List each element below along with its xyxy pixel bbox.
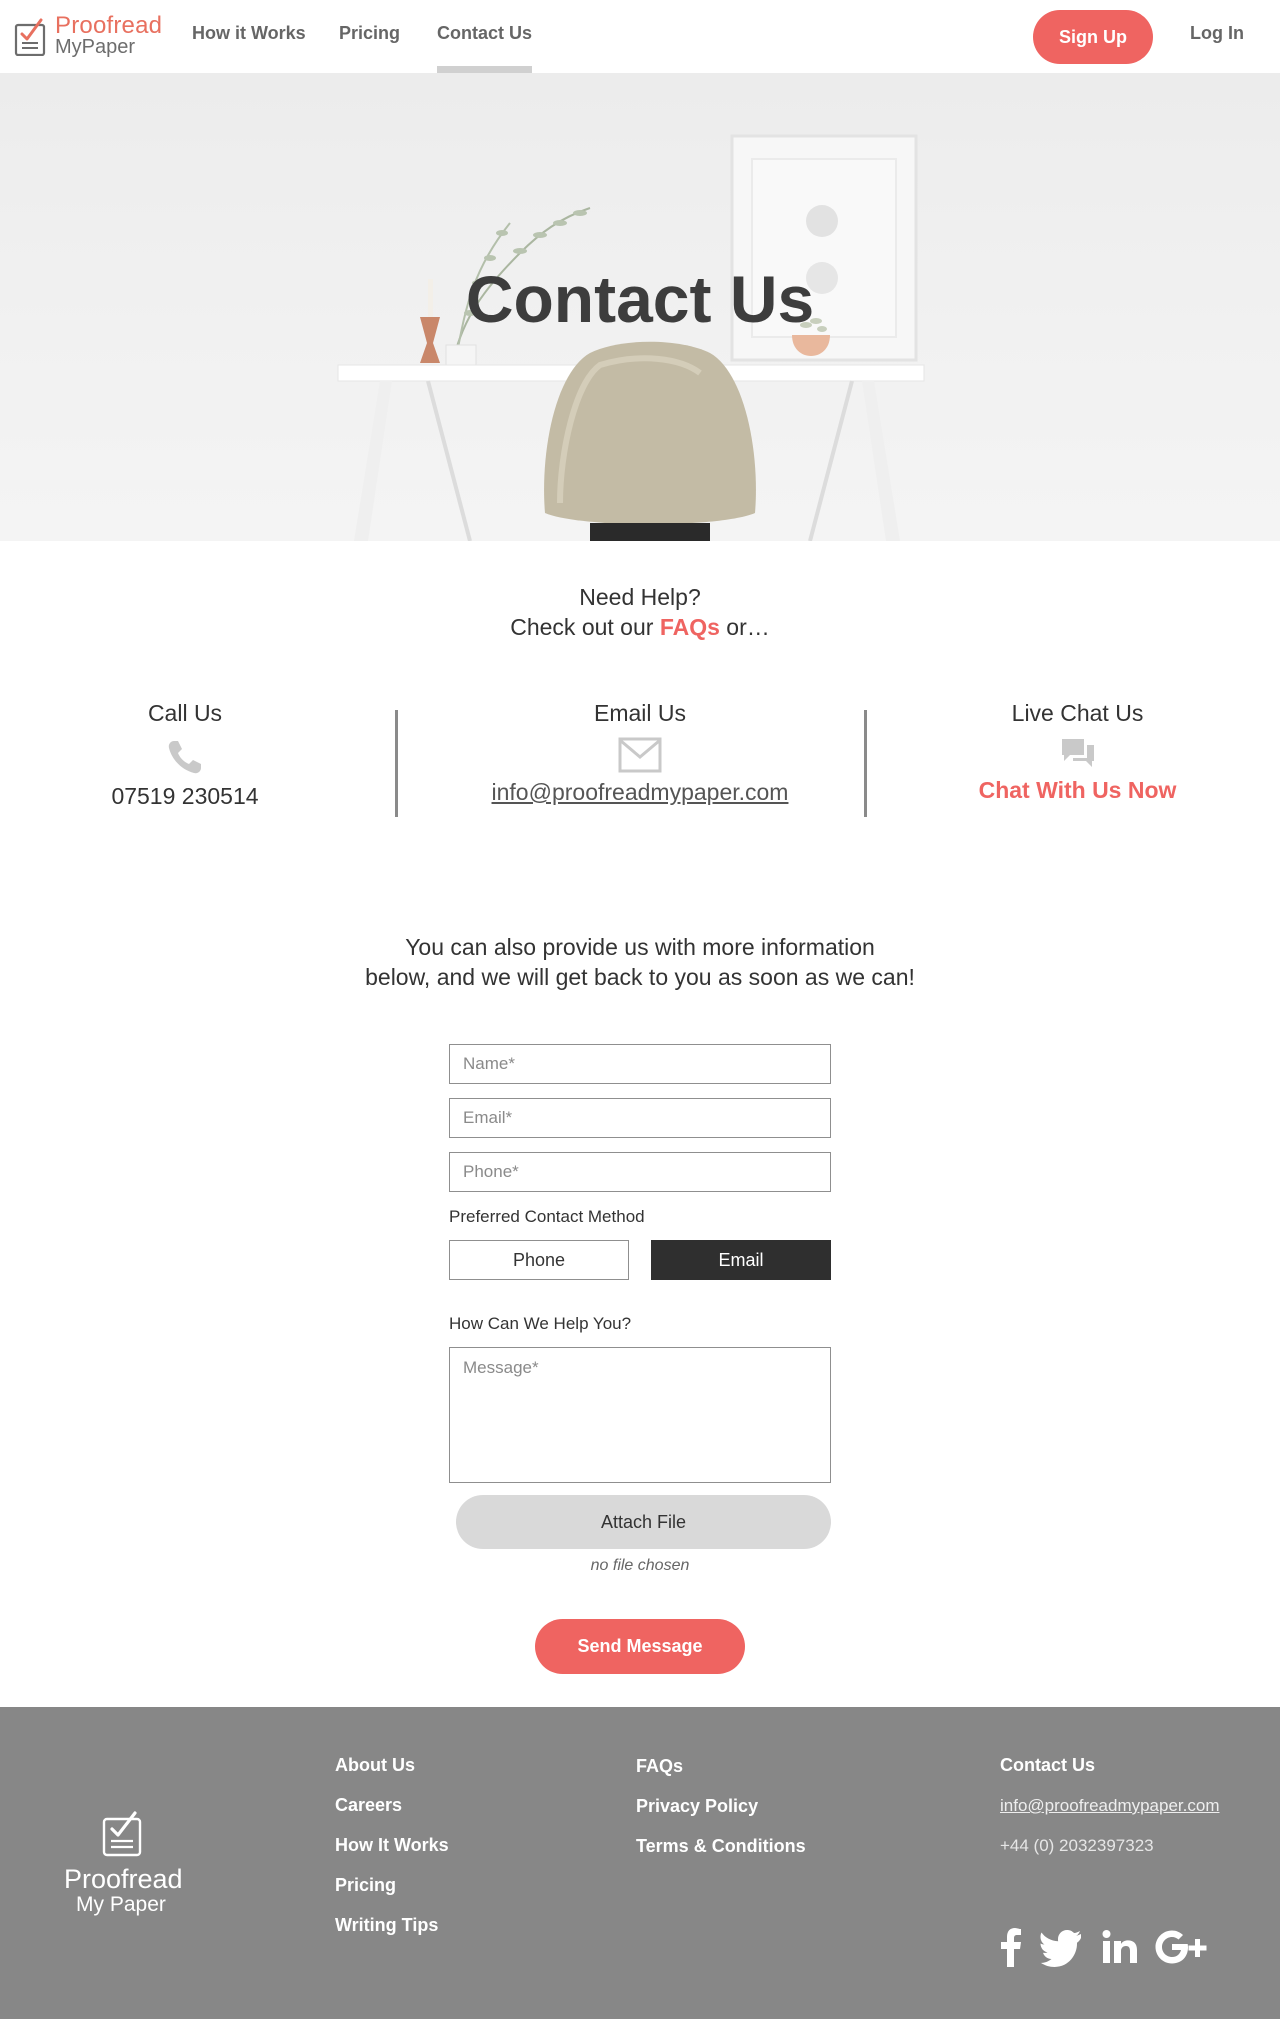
envelope-icon [618,737,662,773]
google-plus-icon[interactable] [1155,1927,1209,1967]
phone-field[interactable] [449,1152,831,1192]
nav-how-it-works[interactable]: How it Works [192,23,306,44]
footer-phone: +44 (0) 2032397323 [1000,1836,1154,1855]
live-chat-title: Live Chat Us [1011,700,1144,726]
contact-method-phone-button[interactable]: Phone [449,1240,629,1280]
attach-file-button[interactable]: Attach File [456,1495,831,1549]
footer-logo-text-bottom: My Paper [76,1893,166,1916]
hero-banner: Contact Us [0,73,1280,541]
faq-prompt-prefix: Check out our [510,614,654,640]
phone-icon [168,741,201,774]
call-us-option: Call Us 07519 230514 [85,700,285,810]
footer-links-col-2: FAQs Privacy Policy Terms & Conditions [636,1756,806,1876]
file-status: no file chosen [590,1557,690,1574]
faq-prompt-suffix: or… [726,614,770,640]
faqs-link[interactable]: FAQs [660,614,720,640]
contact-method-email-button[interactable]: Email [651,1240,831,1280]
twitter-icon[interactable] [1040,1927,1082,1967]
sign-up-button[interactable]: Sign Up [1033,10,1153,64]
footer-faqs-link[interactable]: FAQs [636,1756,806,1776]
preferred-contact-label: Preferred Contact Method [449,1207,645,1226]
need-help-section: Need Help? Check out our FAQs or… [0,582,1280,642]
footer-logo-checklist-icon [102,1811,142,1857]
footer-about-us-link[interactable]: About Us [335,1755,449,1775]
email-field[interactable] [449,1098,831,1138]
footer-email-link[interactable]: info@proofreadmypaper.com [1000,1796,1219,1816]
live-chat-option: Live Chat Us Chat With Us Now [945,700,1210,804]
logo-checklist-icon [14,18,46,56]
contact-options: Call Us 07519 230514 Email Us info@proof… [0,700,1280,820]
logo-text-bottom: MyPaper [55,36,136,58]
footer-terms-link[interactable]: Terms & Conditions [636,1836,806,1856]
divider [864,710,867,817]
footer-contact-col: Contact Us info@proofreadmypaper.com +44… [1000,1755,1219,1856]
footer-how-it-works-link[interactable]: How It Works [335,1835,449,1855]
more-info-line-2: below, and we will get back to you as so… [365,964,915,990]
email-us-option: Email Us info@proofreadmypaper.com [475,700,805,806]
footer-writing-tips-link[interactable]: Writing Tips [335,1915,449,1935]
chat-bubbles-icon [1061,739,1094,767]
how-can-we-help-label: How Can We Help You? [449,1314,632,1333]
footer-privacy-policy-link[interactable]: Privacy Policy [636,1796,806,1816]
more-info-line-1: You can also provide us with more inform… [405,934,875,960]
footer-logo[interactable]: Proofread My Paper [60,1809,190,1919]
message-field[interactable] [449,1347,831,1483]
call-us-title: Call Us [147,700,223,726]
footer-logo-text-top: Proofread [64,1864,183,1894]
footer-careers-link[interactable]: Careers [335,1795,449,1815]
nav-pricing[interactable]: Pricing [339,23,400,44]
email-us-title: Email Us [593,700,686,726]
divider [395,710,398,817]
email-link[interactable]: info@proofreadmypaper.com [475,779,805,806]
faq-prompt: Check out our FAQs or… [0,612,1280,642]
footer-contact-title: Contact Us [1000,1755,1096,1775]
footer-links-col-1: About Us Careers How It Works Pricing Wr… [335,1755,449,1955]
phone-number[interactable]: 07519 230514 [85,783,285,810]
logo[interactable]: Proofread MyPaper [14,12,164,60]
top-navbar: Proofread MyPaper How it Works Pricing C… [0,0,1280,73]
chat-now-link[interactable]: Chat With Us Now [945,777,1210,804]
footer: Proofread My Paper About Us Careers How … [0,1707,1280,2019]
facebook-icon[interactable] [1000,1927,1022,1967]
send-message-button[interactable]: Send Message [535,1619,745,1674]
linkedin-icon[interactable] [1102,1927,1138,1967]
footer-pricing-link[interactable]: Pricing [335,1875,449,1895]
more-info-text: You can also provide us with more inform… [0,932,1280,992]
log-in-link[interactable]: Log In [1190,23,1244,44]
need-help-text: Need Help? [579,584,701,610]
nav-contact-us[interactable]: Contact Us [437,0,533,73]
name-field[interactable] [449,1044,831,1084]
page-title: Contact Us [465,262,815,336]
